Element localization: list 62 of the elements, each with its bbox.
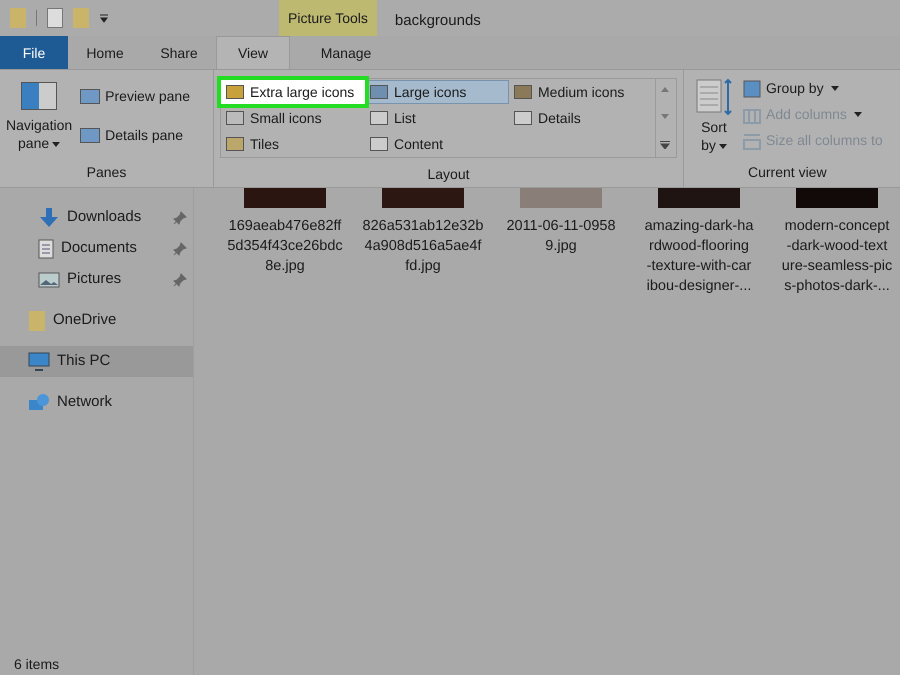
caret-icon [718,144,727,149]
layout-option[interactable]: Content [365,132,509,156]
sidebar-item[interactable]: Network [0,387,193,418]
group-label: Layout [426,165,471,184]
sort-by-button[interactable]: Sort by [701,118,727,154]
group-icon [742,80,762,98]
sidebar-item[interactable]: Pictures [0,264,193,295]
monitor-icon [28,352,50,372]
pane-button[interactable]: Preview pane [80,86,190,107]
network-icon [28,392,50,412]
view-mode-icon [370,137,388,151]
pin-icon[interactable] [173,242,187,256]
view-mode-icon [226,111,244,125]
view-mode-icon [370,111,388,125]
file-name[interactable]: 826a531ab12e32b 4a908d516a5ae4f fd.jpg [362,216,484,276]
document-icon [38,238,54,258]
ribbon-tab[interactable]: Home [68,36,142,69]
pin-icon[interactable] [173,272,187,286]
view-option[interactable]: Group by [742,78,883,99]
dropdown-icon[interactable] [99,13,109,23]
navigation-pane-button[interactable]: Navigation pane [6,116,72,152]
layout-option[interactable]: Tiles [221,132,365,156]
sidebar-item[interactable]: Documents [0,233,193,264]
group-label: Panes [86,163,128,182]
layout-option[interactable]: List [365,106,509,130]
context-tab-title: Picture Tools [288,8,368,28]
folder-icon [28,310,46,332]
picture-icon [38,272,60,288]
file-name[interactable]: 2011-06-11-0958 9.jpg [506,216,616,256]
ribbon-tab[interactable]: Manage [296,36,396,69]
caret-icon [52,142,60,147]
ribbon-tab[interactable]: File [0,36,68,69]
down-arrow-icon [38,208,60,228]
ribbon-tab[interactable]: View [216,36,290,69]
view-mode-icon [226,85,244,99]
scroll-up-icon[interactable] [660,87,668,92]
caret-icon [854,112,862,117]
window-title: backgrounds [394,11,481,31]
view-mode-icon [514,85,532,99]
scroll-down-icon[interactable] [660,114,668,119]
caret-icon [830,86,839,91]
layout-option[interactable]: Details [509,106,655,130]
layout-option[interactable]: Medium icons [509,80,655,104]
layout-option[interactable]: Small icons [221,106,365,130]
sidebar-item[interactable]: This PC [0,346,193,377]
resize-columns-icon [742,132,762,150]
status-bar-count: 6 items [13,655,60,674]
group-label: Current view [747,163,828,182]
navigation-pane-icon[interactable] [21,82,58,110]
file-name[interactable]: 169aeab476e82ff 5d354f43ce26bdc 8e.jpg [227,216,343,276]
sort-icon[interactable] [696,78,732,116]
sidebar-item[interactable]: Downloads [0,202,193,233]
view-mode-icon [370,85,388,99]
file-name[interactable]: amazing-dark-ha rdwood-flooring -texture-with-car ibou-designer-... [644,216,754,296]
pin-icon[interactable] [173,210,187,224]
view-mode-icon [514,111,532,125]
sidebar-item[interactable]: OneDrive [0,305,193,336]
pane-button[interactable]: Details pane [80,125,190,146]
file-name[interactable]: modern-concept -dark-wood-text ure-seamless-pic s-photos-dark-... [782,216,892,296]
expand-icon[interactable] [660,141,670,149]
view-mode-icon [226,137,244,151]
ribbon-tab[interactable]: Share [142,36,216,69]
